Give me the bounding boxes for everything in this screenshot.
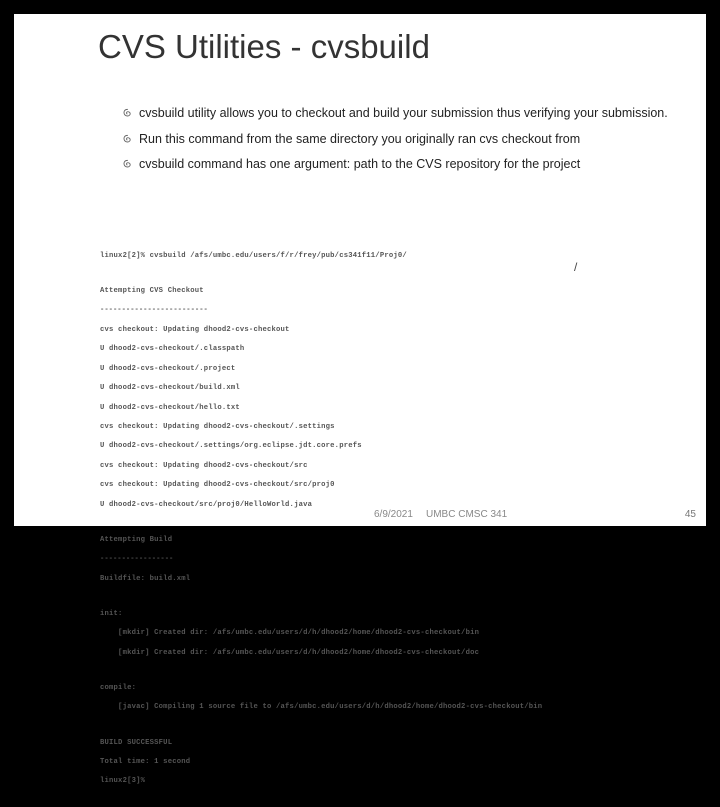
terminal-line: Buildfile: build.xml xyxy=(100,575,678,585)
terminal-line: U dhood2-cvs-checkout/build.xml xyxy=(100,384,678,394)
terminal-line: [mkdir] Created dir: /afs/umbc.edu/users… xyxy=(100,629,678,639)
terminal-output: linux2[2]% cvsbuild /afs/umbc.edu/users/… xyxy=(100,242,678,807)
bullet-item: cvsbuild command has one argument: path … xyxy=(122,157,682,173)
bullet-text: cvsbuild command has one argument: path … xyxy=(139,157,682,173)
terminal-line: BUILD SUCCESSFUL xyxy=(100,739,678,749)
slide: CVS Utilities - cvsbuild cvsbuild utilit… xyxy=(14,14,706,526)
bullet-item: cvsbuild utility allows you to checkout … xyxy=(122,106,682,122)
terminal-line: cvs checkout: Updating dhood2-cvs-checko… xyxy=(100,462,678,472)
terminal-line: Total time: 1 second xyxy=(100,758,678,768)
terminal-line: linux2[3]% xyxy=(100,777,678,787)
swirl-icon xyxy=(122,108,133,119)
swirl-icon xyxy=(122,159,133,170)
terminal-line: Attempting Build xyxy=(100,536,678,546)
footer-page-number: 45 xyxy=(685,509,696,520)
bullet-text: cvsbuild utility allows you to checkout … xyxy=(139,106,682,122)
terminal-line: cvs checkout: Updating dhood2-cvs-checko… xyxy=(100,423,678,433)
terminal-line: ----------------- xyxy=(100,555,678,565)
terminal-line: U dhood2-cvs-checkout/.settings/org.ecli… xyxy=(100,442,678,452)
terminal-line: init: xyxy=(100,610,678,620)
footer-course: UMBC CMSC 341 xyxy=(426,509,507,520)
terminal-line: U dhood2-cvs-checkout/hello.txt xyxy=(100,404,678,414)
bullet-text: Run this command from the same directory… xyxy=(139,132,682,148)
bullet-item: Run this command from the same directory… xyxy=(122,132,682,148)
slide-body: cvsbuild utility allows you to checkout … xyxy=(122,106,682,183)
swirl-icon xyxy=(122,134,133,145)
terminal-line: [mkdir] Created dir: /afs/umbc.edu/users… xyxy=(100,649,678,659)
terminal-line: [javac] Compiling 1 source file to /afs/… xyxy=(100,703,678,713)
terminal-line: U dhood2-cvs-checkout/.classpath xyxy=(100,345,678,355)
terminal-line: Attempting CVS Checkout xyxy=(100,287,678,297)
footer-date: 6/9/2021 xyxy=(374,509,413,520)
terminal-line: compile: xyxy=(100,684,678,694)
terminal-line: cvs checkout: Updating dhood2-cvs-checko… xyxy=(100,326,678,336)
terminal-line: linux2[2]% cvsbuild /afs/umbc.edu/users/… xyxy=(100,252,678,262)
terminal-line: cvs checkout: Updating dhood2-cvs-checko… xyxy=(100,481,678,491)
terminal-line: U dhood2-cvs-checkout/.project xyxy=(100,365,678,375)
slide-title: CVS Utilities - cvsbuild xyxy=(98,28,430,66)
terminal-line: ------------------------- xyxy=(100,306,678,316)
